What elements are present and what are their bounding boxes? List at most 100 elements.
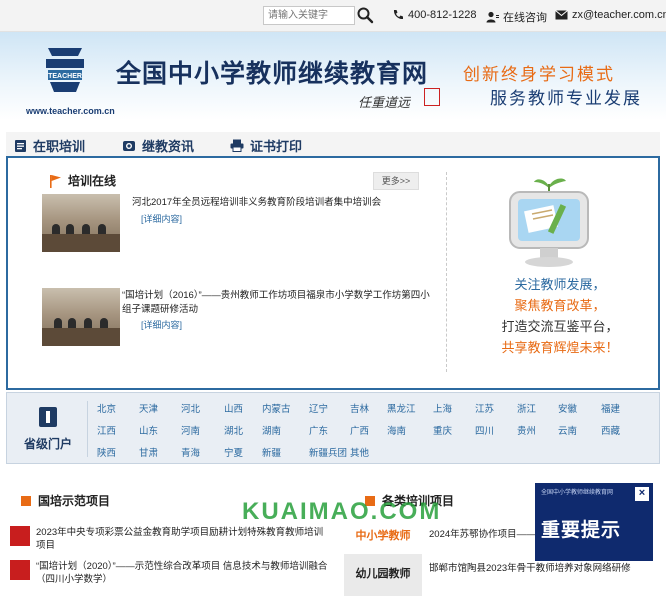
square-bullet-icon	[21, 495, 31, 506]
monitor-illustration	[509, 178, 589, 267]
province-link[interactable]: 云南	[558, 423, 577, 437]
main-nav: 在职培训 继教资讯 证书打印	[6, 132, 660, 158]
notice-popup[interactable]: 全国中小学教师继续教育网 重要提示 ×	[535, 483, 653, 561]
news-thumbnail[interactable]	[42, 288, 120, 346]
province-link[interactable]: 江西	[97, 423, 116, 437]
province-link[interactable]: 山东	[139, 423, 158, 437]
search-button[interactable]	[356, 6, 374, 24]
province-link[interactable]: 湖北	[224, 423, 243, 437]
province-link[interactable]: 其他	[350, 445, 369, 459]
province-link[interactable]: 重庆	[433, 423, 452, 437]
flag-icon	[50, 174, 61, 188]
tab-certificate-print[interactable]: 证书打印	[230, 136, 302, 155]
site-logo[interactable]: TEACHER	[44, 44, 86, 96]
photo-desk	[42, 328, 120, 346]
site-banner: TEACHER www.teacher.com.cn 全国中小学教师继续教育网 …	[0, 32, 666, 120]
province-link[interactable]: 辽宁	[309, 401, 328, 415]
email-link[interactable]: zx@teacher.com.cn	[555, 9, 666, 21]
province-link[interactable]: 西藏	[601, 423, 620, 437]
news-detail-link[interactable]: [详细内容]	[141, 318, 182, 331]
province-link[interactable]: 浙江	[517, 401, 536, 415]
province-link[interactable]: 甘肃	[139, 445, 158, 459]
svg-text:TEACHER: TEACHER	[48, 73, 82, 80]
list-item[interactable]: “国培计划（2020）”——示范性综合改革项目 信息技术与教师培训融合（四川小学…	[10, 560, 332, 590]
tab-k12-teachers[interactable]: 中小学教师	[344, 518, 422, 554]
mission-line: 打造交流互鉴平台，	[501, 320, 619, 335]
category-item[interactable]: 2024年苏鄂协作项目——	[429, 528, 536, 541]
province-link[interactable]: 广东	[309, 423, 328, 437]
province-link[interactable]: 陕西	[97, 445, 116, 459]
demo-projects-heading: 国培示范项目	[20, 492, 110, 509]
national-training-logo	[10, 560, 30, 580]
tab-label: 在职培训	[33, 139, 86, 154]
training-panel: 培训在线 更多>> 河北2017年全员远程培训非义务教育阶段培训者集中培训会 […	[6, 158, 660, 390]
province-link[interactable]: 新疆	[262, 445, 281, 459]
news-thumbnail[interactable]	[42, 194, 120, 252]
slogan-primary: 创新终身学习模式	[463, 65, 615, 85]
province-link[interactable]: 广西	[350, 423, 369, 437]
phone-text: 400-812-1228	[408, 9, 477, 21]
close-icon[interactable]: ×	[635, 487, 649, 501]
national-training-logo	[10, 526, 30, 546]
top-bar: 400-812-1228 在线咨询 zx@teacher.com.cn	[0, 0, 666, 32]
camera-icon	[123, 141, 135, 151]
calligraphy-signature: 任重道远	[358, 96, 411, 111]
online-consult-text: 在线咨询	[503, 12, 547, 24]
province-link[interactable]: 山西	[224, 401, 243, 415]
province-link[interactable]: 北京	[97, 401, 116, 415]
portal-icon	[39, 407, 57, 427]
phone-icon	[393, 10, 403, 20]
province-link[interactable]: 湖南	[262, 423, 281, 437]
tab-in-service-training[interactable]: 在职培训	[14, 136, 85, 155]
online-consult-link[interactable]: 在线咨询	[486, 9, 547, 25]
mission-statement: 关注教师发展， 聚焦教育改革， 打造交流互鉴平台， 共享教育辉煌未来！	[460, 275, 660, 359]
province-link[interactable]: 青海	[181, 445, 200, 459]
province-link[interactable]: 江苏	[475, 401, 494, 415]
mission-line: 关注教师发展，	[514, 278, 606, 293]
site-title: 全国中小学教师继续教育网	[116, 59, 429, 88]
news-title[interactable]: “国培计划（2016）”——贵州教师工作坊项目福泉市小学数学工作坊第四小组子课题…	[122, 289, 438, 317]
news-detail-link[interactable]: [详细内容]	[141, 212, 182, 225]
province-link[interactable]: 宁夏	[224, 445, 243, 459]
phone-number: 400-812-1228	[392, 9, 477, 21]
search-input[interactable]	[263, 6, 355, 25]
photo-desk	[42, 234, 120, 252]
tab-kindergarten-teachers[interactable]: 幼儿园教师	[344, 556, 422, 592]
province-link[interactable]: 黑龙江	[387, 401, 416, 415]
search-icon	[357, 7, 374, 24]
province-link[interactable]: 贵州	[517, 423, 536, 437]
province-link[interactable]: 福建	[601, 401, 620, 415]
province-link[interactable]: 四川	[475, 423, 494, 437]
province-link[interactable]: 河北	[181, 401, 200, 415]
square-bullet-icon	[365, 495, 375, 506]
category-tabs: 中小学教师 幼儿园教师	[344, 518, 422, 596]
category-item[interactable]: 邯郸市馆陶县2023年骨干教师培养对象网络研修	[429, 562, 631, 575]
province-link[interactable]: 河南	[181, 423, 200, 437]
mission-line: 聚焦教育改革，	[514, 299, 606, 314]
province-link[interactable]: 吉林	[350, 401, 369, 415]
popup-title: 重要提示	[541, 520, 622, 541]
news-title[interactable]: 河北2017年全员远程培训非义务教育阶段培训者集中培训会	[132, 196, 432, 210]
province-link[interactable]: 上海	[433, 401, 452, 415]
email-text: zx@teacher.com.cn	[572, 9, 666, 21]
province-divider	[87, 401, 88, 457]
province-link[interactable]: 内蒙古	[262, 401, 291, 415]
tab-label: 继教资讯	[142, 139, 195, 154]
list-item[interactable]: 2023年中央专项彩票公益金教育助学项目励耕计划特殊教育教师培训项目	[10, 526, 332, 556]
panel-divider	[446, 172, 447, 372]
province-link[interactable]: 天津	[139, 401, 158, 415]
printer-icon	[230, 139, 244, 152]
province-link[interactable]: 海南	[387, 423, 406, 437]
province-portal-heading: 省级门户	[13, 393, 83, 463]
province-link[interactable]: 安徽	[558, 401, 577, 415]
item-text: “国培计划（2020）”——示范性综合改革项目 信息技术与教师培训融合（四川小学…	[36, 561, 328, 585]
heading-text: 培训在线	[68, 174, 117, 188]
province-link[interactable]: 新疆兵团	[309, 445, 347, 459]
heading-text: 省级门户	[23, 437, 72, 451]
document-icon	[15, 139, 26, 152]
user-icon	[486, 11, 499, 23]
tab-education-news[interactable]: 继教资讯	[122, 136, 194, 155]
heading-text: 各类培训项目	[382, 494, 455, 508]
demo-projects-panel: 国培示范项目 2023年中央专项彩票公益金教育助学项目励耕计划特殊教育教师培训项…	[6, 482, 336, 596]
more-button[interactable]: 更多>>	[373, 172, 419, 190]
